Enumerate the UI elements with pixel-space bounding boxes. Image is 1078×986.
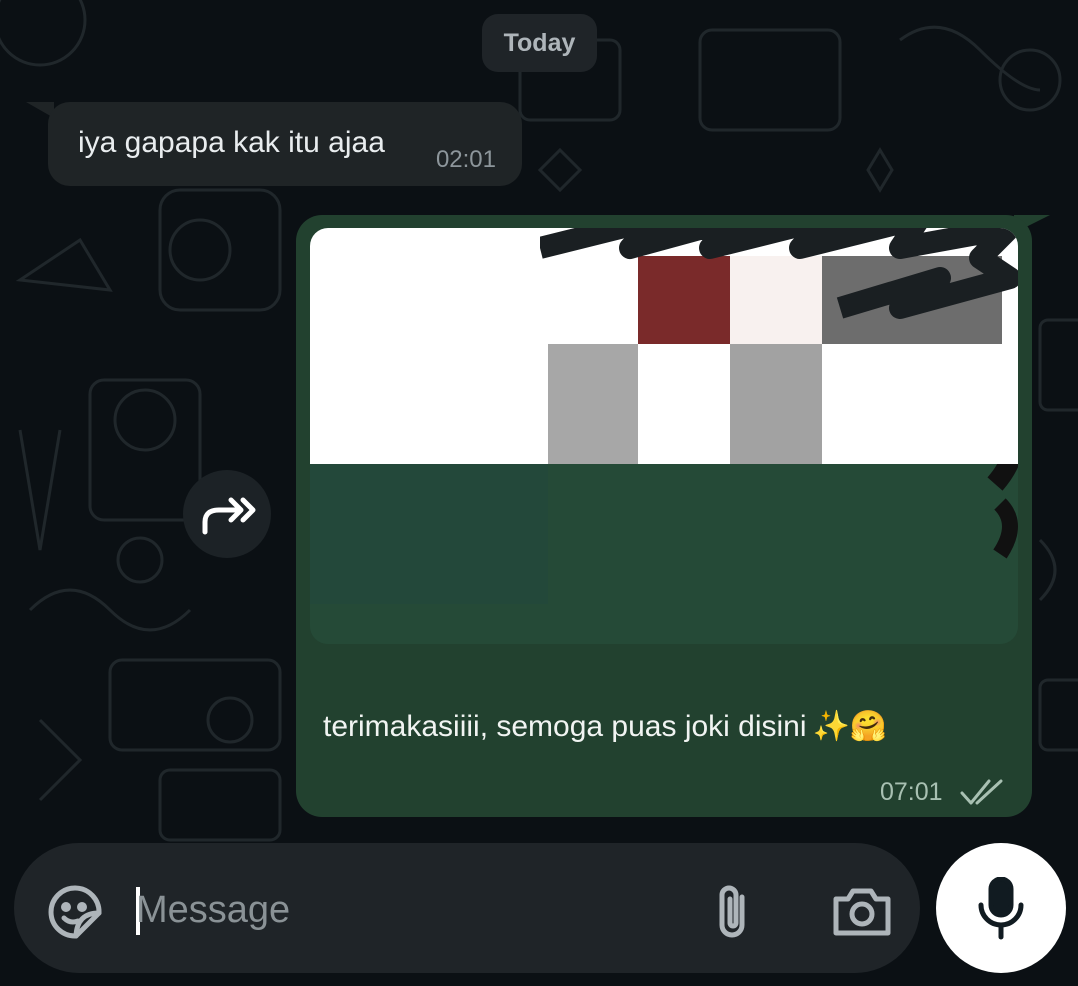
forward-icon [202, 497, 256, 535]
forward-button[interactable] [183, 470, 271, 558]
double-check-icon [960, 779, 1003, 805]
message-time: 02:01 [435, 146, 496, 173]
date-separator: Today [482, 14, 597, 72]
redaction-overlay [310, 464, 1018, 644]
redaction-scribble [540, 228, 1018, 319]
preview-cell [730, 344, 822, 464]
forwarded-media-card[interactable] [310, 228, 1018, 644]
camera-icon[interactable] [832, 885, 892, 937]
message-input[interactable] [136, 873, 676, 947]
media-preview-image [310, 228, 1018, 464]
sticker-icon[interactable] [46, 883, 104, 941]
preview-cell [548, 344, 638, 464]
preview-cell [638, 344, 730, 464]
message-emoji: ✨🤗 [812, 710, 888, 743]
message-body: terimakasiiii, semoga puas joki disini [323, 710, 807, 743]
message-composer [14, 843, 920, 973]
incoming-message[interactable]: iya gapapa kak itu ajaa 02:01 [48, 102, 522, 186]
message-text: iya gapapa kak itu ajaa [78, 126, 385, 159]
message-time: 07:01 [880, 778, 943, 806]
voice-record-button[interactable] [936, 843, 1066, 973]
message-text: terimakasiiii, semoga puas joki disini ✨🤗 [323, 709, 887, 744]
microphone-icon [978, 877, 1024, 940]
paperclip-icon[interactable] [710, 883, 754, 943]
outgoing-message[interactable]: terimakasiiii, semoga puas joki disini ✨🤗… [296, 215, 1032, 817]
preview-cell [822, 344, 1002, 464]
